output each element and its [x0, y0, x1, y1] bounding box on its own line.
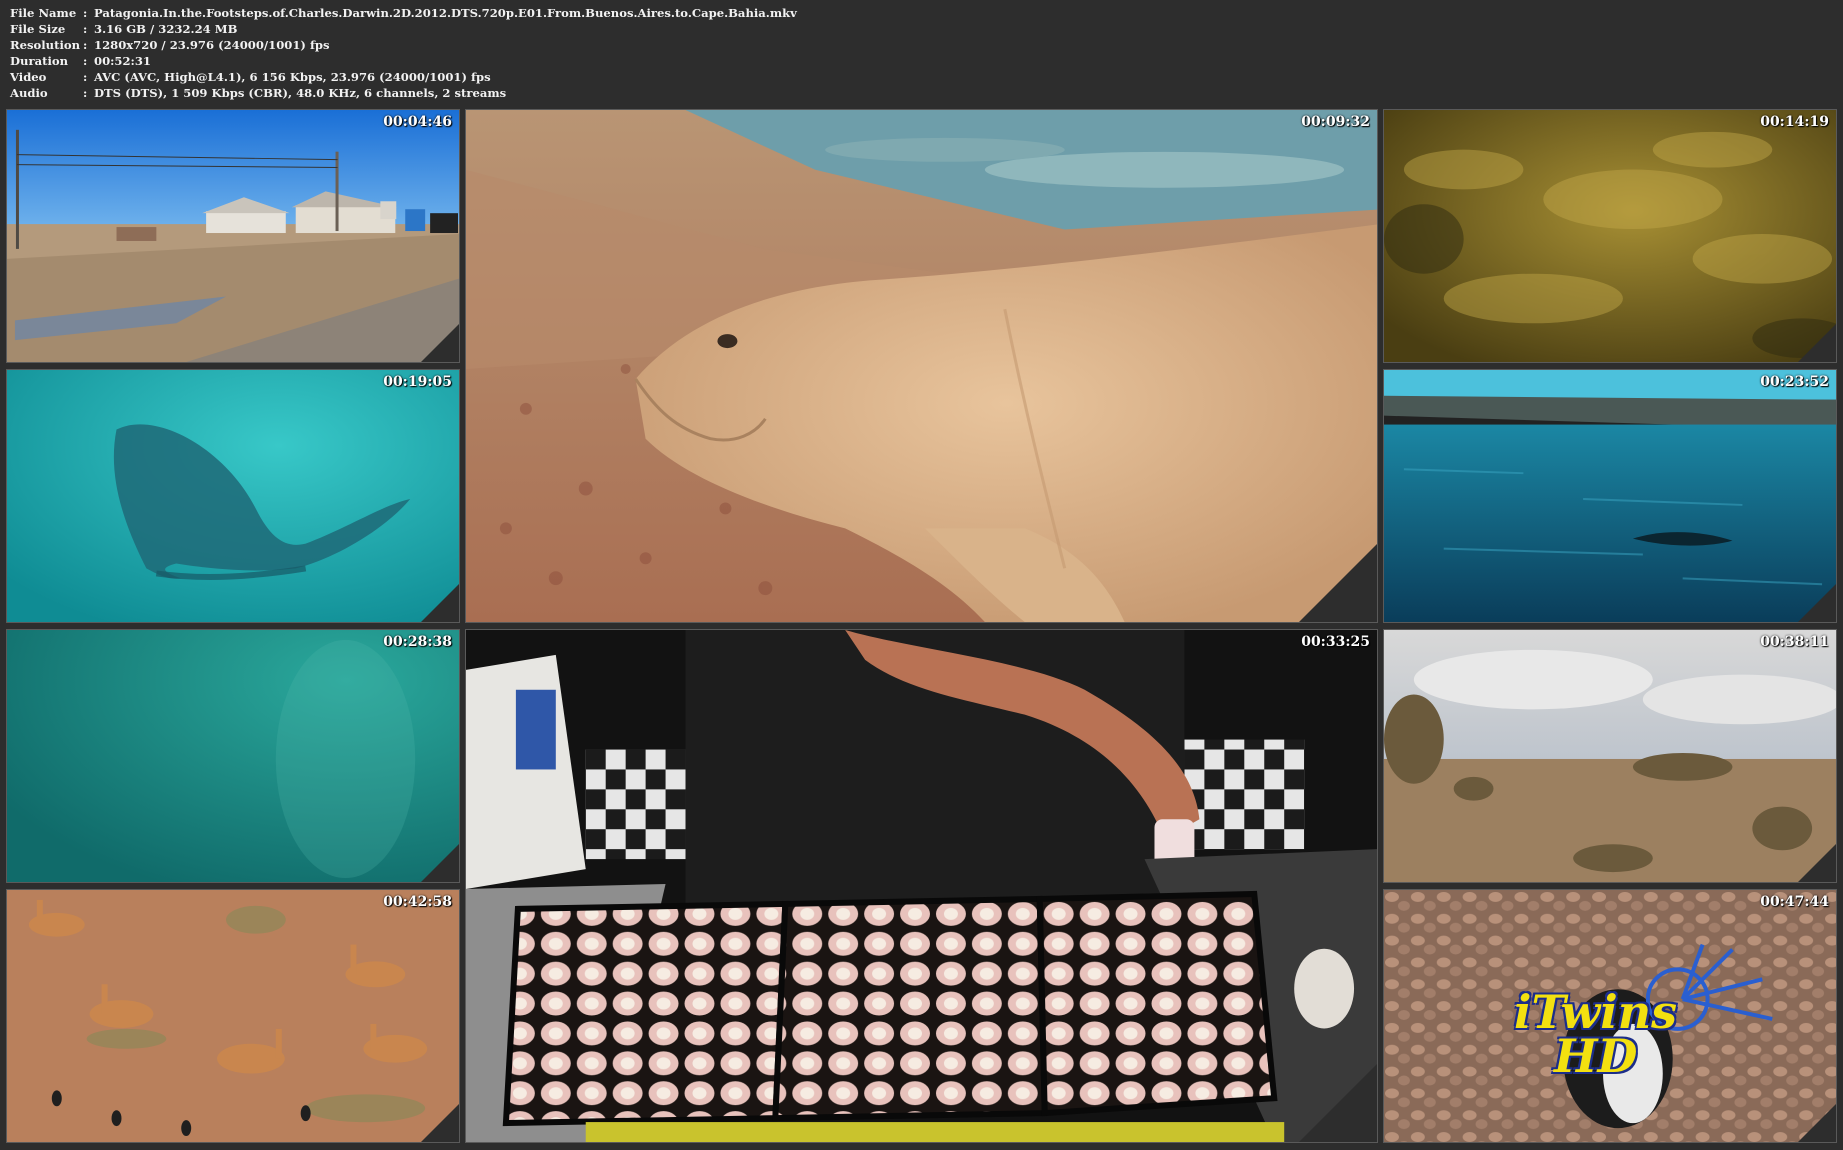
- info-row-resolution: Resolution:1280x720 / 23.976 (24000/1001…: [10, 38, 797, 54]
- sea-cliffs-image: [1384, 370, 1836, 622]
- folded-corner: [1797, 1103, 1836, 1142]
- guanacos-image: [7, 890, 459, 1142]
- scallops-kitchen-image: [466, 630, 1377, 1142]
- folded-corner: [420, 323, 459, 362]
- logo-line-2: HD: [1554, 1029, 1638, 1083]
- info-label: File Name: [10, 6, 77, 20]
- info-label: Video: [10, 69, 47, 84]
- info-value: 1280x720 / 23.976 (24000/1001) fps: [94, 37, 330, 52]
- info-label: Audio: [10, 85, 48, 100]
- thumbnail-sea-cliffs: 00:23:52: [1383, 369, 1837, 623]
- folded-corner: [1797, 583, 1836, 622]
- info-separator: :: [83, 53, 88, 68]
- info-label: Resolution: [10, 37, 81, 52]
- info-label: Duration: [10, 53, 69, 68]
- folded-corner: [1298, 543, 1377, 622]
- timestamp: 00:14:19: [1760, 114, 1829, 130]
- timestamp: 00:09:32: [1301, 114, 1370, 130]
- timestamp: 00:33:25: [1301, 634, 1370, 650]
- thumbnail-elephant-seal: 00:09:32: [465, 109, 1378, 623]
- folded-corner: [420, 843, 459, 882]
- info-value: 00:52:31: [94, 53, 151, 68]
- timestamp: 00:47:44: [1760, 894, 1829, 910]
- logo-line-1: iTwins: [1514, 985, 1678, 1039]
- info-value: 3.16 GB / 3232.24 MB: [94, 21, 238, 36]
- info-value: DTS (DTS), 1 509 Kbps (CBR), 48.0 KHz, 6…: [94, 85, 507, 100]
- info-row-duration: Duration:00:52:31: [10, 54, 797, 70]
- info-separator: :: [83, 37, 88, 52]
- folded-corner: [1298, 1063, 1377, 1142]
- info-label: File Size: [10, 21, 66, 36]
- info-separator: :: [83, 6, 88, 20]
- info-value: AVC (AVC, High@L4.1), 6 156 Kbps, 23.976…: [94, 69, 491, 84]
- village-road-image: [7, 110, 459, 362]
- info-row-audio: Audio: DTS (DTS), 1 509 Kbps (CBR), 48.0 …: [10, 86, 797, 102]
- info-separator: :: [83, 69, 88, 84]
- whale-underwater-image: [7, 370, 459, 622]
- folded-corner: [1797, 843, 1836, 882]
- underwater-green-image: [7, 630, 459, 882]
- folded-corner: [420, 583, 459, 622]
- thumbnail-whale-underwater: 00:19:05: [6, 369, 460, 623]
- info-separator: :: [83, 21, 88, 36]
- timestamp: 00:38:11: [1760, 634, 1829, 650]
- thumbnail-seaweed: 00:14:19: [1383, 109, 1837, 363]
- info-row-video: Video: AVC (AVC, High@L4.1), 6 156 Kbps, …: [10, 70, 797, 86]
- timestamp: 00:23:52: [1760, 374, 1829, 390]
- seaweed-image: [1384, 110, 1836, 362]
- thumbnail-guanacos: 00:42:58: [6, 889, 460, 1143]
- thumbnail-underwater-green: 00:28:38: [6, 629, 460, 883]
- info-row-file-name: File Name: Patagonia.In.the.Footsteps.of.…: [10, 6, 797, 22]
- elephant-seal-image: [466, 110, 1377, 622]
- thumbnail-scrubland: 00:38:11: [1383, 629, 1837, 883]
- itwins-logo: iTwins HD: [1514, 985, 1678, 1083]
- timestamp: 00:42:58: [383, 894, 452, 910]
- info-separator: :: [83, 85, 88, 100]
- timestamp: 00:28:38: [383, 634, 452, 650]
- thumbnail-penguin-pebbles: iTwins HD 00:47:44: [1383, 889, 1837, 1143]
- timestamp: 00:19:05: [383, 374, 452, 390]
- folded-corner: [420, 1103, 459, 1142]
- scrubland-image: [1384, 630, 1836, 882]
- folded-corner: [1797, 323, 1836, 362]
- info-value: Patagonia.In.the.Footsteps.of.Charles.Da…: [94, 6, 797, 20]
- info-row-file-size: File Size:3.16 GB / 3232.24 MB: [10, 22, 797, 38]
- thumbnail-scallops-kitchen: 00:33:25: [465, 629, 1378, 1143]
- thumbnail-village-road: 00:04:46: [6, 109, 460, 363]
- timestamp: 00:04:46: [383, 114, 452, 130]
- media-info-panel: File Name: Patagonia.In.the.Footsteps.of.…: [10, 6, 797, 101]
